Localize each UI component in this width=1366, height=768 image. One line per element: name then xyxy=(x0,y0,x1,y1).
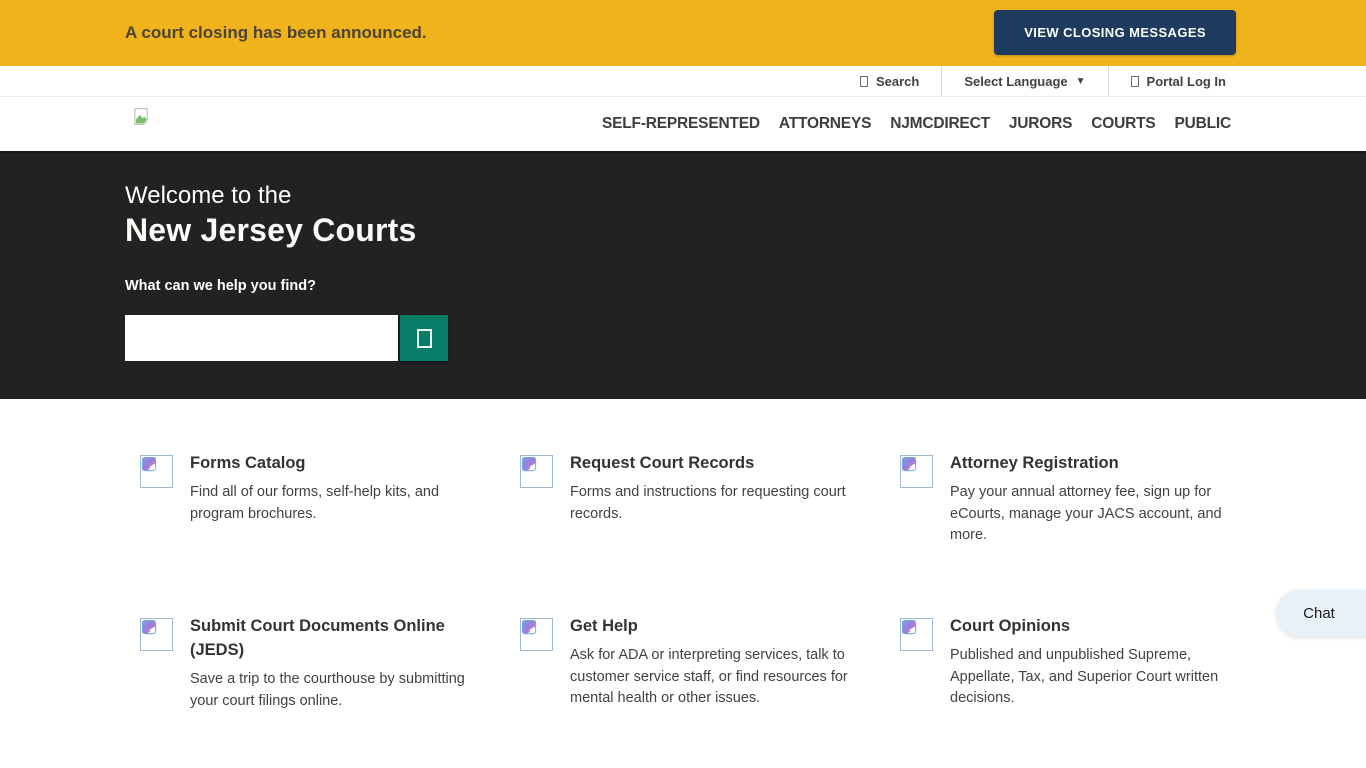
portal-login-icon xyxy=(1131,76,1139,87)
card-text: Get Help Ask for ADA or interpreting ser… xyxy=(570,618,848,710)
alert-message: A court closing has been announced. xyxy=(125,23,427,43)
card-title: Request Court Records xyxy=(570,451,848,475)
site-logo-broken-image-icon[interactable] xyxy=(132,107,152,127)
nav-links: SELF-REPRESENTED ATTORNEYS NJMCDIRECT JU… xyxy=(602,97,1231,151)
chevron-down-icon: ▼ xyxy=(1076,76,1086,87)
language-label: Select Language xyxy=(964,74,1067,89)
broken-image-icon xyxy=(520,618,553,651)
chat-label: Chat xyxy=(1303,605,1335,622)
card-get-help[interactable]: Get Help Ask for ADA or interpreting ser… xyxy=(520,618,900,712)
broken-image-icon xyxy=(520,455,553,488)
card-forms-catalog[interactable]: Forms Catalog Find all of our forms, sel… xyxy=(140,455,520,547)
card-description: Ask for ADA or interpreting services, ta… xyxy=(570,645,848,710)
card-submit-documents-jeds[interactable]: Submit Court Documents Online (JEDS) Sav… xyxy=(140,618,520,712)
broken-image-icon xyxy=(140,455,173,488)
search-icon xyxy=(417,329,432,348)
hero-search-button[interactable] xyxy=(400,315,448,361)
card-attorney-registration[interactable]: Attorney Registration Pay your annual at… xyxy=(900,455,1240,547)
card-description: Find all of our forms, self-help kits, a… xyxy=(190,482,468,525)
main-navigation: SELF-REPRESENTED ATTORNEYS NJMCDIRECT JU… xyxy=(0,97,1366,151)
nav-item-jurors[interactable]: JURORS xyxy=(1009,115,1072,133)
card-description: Published and unpublished Supreme, Appel… xyxy=(950,645,1228,710)
hero-search-input[interactable] xyxy=(125,315,398,361)
card-description: Forms and instructions for requesting co… xyxy=(570,482,848,525)
search-icon xyxy=(860,76,868,87)
portal-login-label: Portal Log In xyxy=(1147,74,1226,89)
card-title: Attorney Registration xyxy=(950,451,1228,475)
portal-login-link[interactable]: Portal Log In xyxy=(1109,66,1226,96)
nav-item-njmcdirect[interactable]: NJMCDIRECT xyxy=(890,115,990,133)
view-closing-messages-button[interactable]: VIEW CLOSING MESSAGES xyxy=(994,10,1236,55)
card-row-2: Submit Court Documents Online (JEDS) Sav… xyxy=(140,618,1240,712)
quick-links-section: Forms Catalog Find all of our forms, sel… xyxy=(0,399,1366,768)
alert-banner: A court closing has been announced. VIEW… xyxy=(0,0,1366,66)
nav-item-self-represented[interactable]: SELF-REPRESENTED xyxy=(602,115,760,133)
chat-button[interactable]: Chat xyxy=(1276,590,1366,637)
card-request-court-records[interactable]: Request Court Records Forms and instruct… xyxy=(520,455,900,547)
card-text: Forms Catalog Find all of our forms, sel… xyxy=(190,455,468,525)
nav-item-public[interactable]: PUBLIC xyxy=(1175,115,1232,133)
hero-search-bar xyxy=(125,315,448,361)
broken-image-icon xyxy=(900,455,933,488)
card-court-opinions[interactable]: Court Opinions Published and unpublished… xyxy=(900,618,1240,712)
search-prompt: What can we help you find? xyxy=(125,278,316,294)
card-description: Pay your annual attorney fee, sign up fo… xyxy=(950,482,1228,547)
broken-image-icon xyxy=(140,618,173,651)
card-description: Save a trip to the courthouse by submitt… xyxy=(190,669,468,712)
hero-eyebrow: Welcome to the xyxy=(125,182,291,210)
search-menu-item[interactable]: Search xyxy=(838,66,941,96)
card-text: Request Court Records Forms and instruct… xyxy=(570,455,848,525)
language-selector[interactable]: Select Language ▼ xyxy=(942,66,1107,96)
card-text: Submit Court Documents Online (JEDS) Sav… xyxy=(190,618,468,712)
card-text: Court Opinions Published and unpublished… xyxy=(950,618,1228,710)
page-title: New Jersey Courts xyxy=(125,212,417,249)
card-title: Court Opinions xyxy=(950,614,1228,638)
card-text: Attorney Registration Pay your annual at… xyxy=(950,455,1228,547)
nj-courts-homepage: A court closing has been announced. VIEW… xyxy=(0,0,1366,768)
search-label: Search xyxy=(876,74,919,89)
card-title: Get Help xyxy=(570,614,848,638)
card-row-1: Forms Catalog Find all of our forms, sel… xyxy=(140,455,1240,547)
card-title: Forms Catalog xyxy=(190,451,468,475)
hero-section: Welcome to the New Jersey Courts What ca… xyxy=(0,151,1366,399)
nav-item-courts[interactable]: COURTS xyxy=(1091,115,1155,133)
utility-bar: Search Select Language ▼ Portal Log In xyxy=(0,66,1366,97)
broken-image-icon xyxy=(900,618,933,651)
card-title: Submit Court Documents Online (JEDS) xyxy=(190,614,468,662)
nav-item-attorneys[interactable]: ATTORNEYS xyxy=(779,115,871,133)
